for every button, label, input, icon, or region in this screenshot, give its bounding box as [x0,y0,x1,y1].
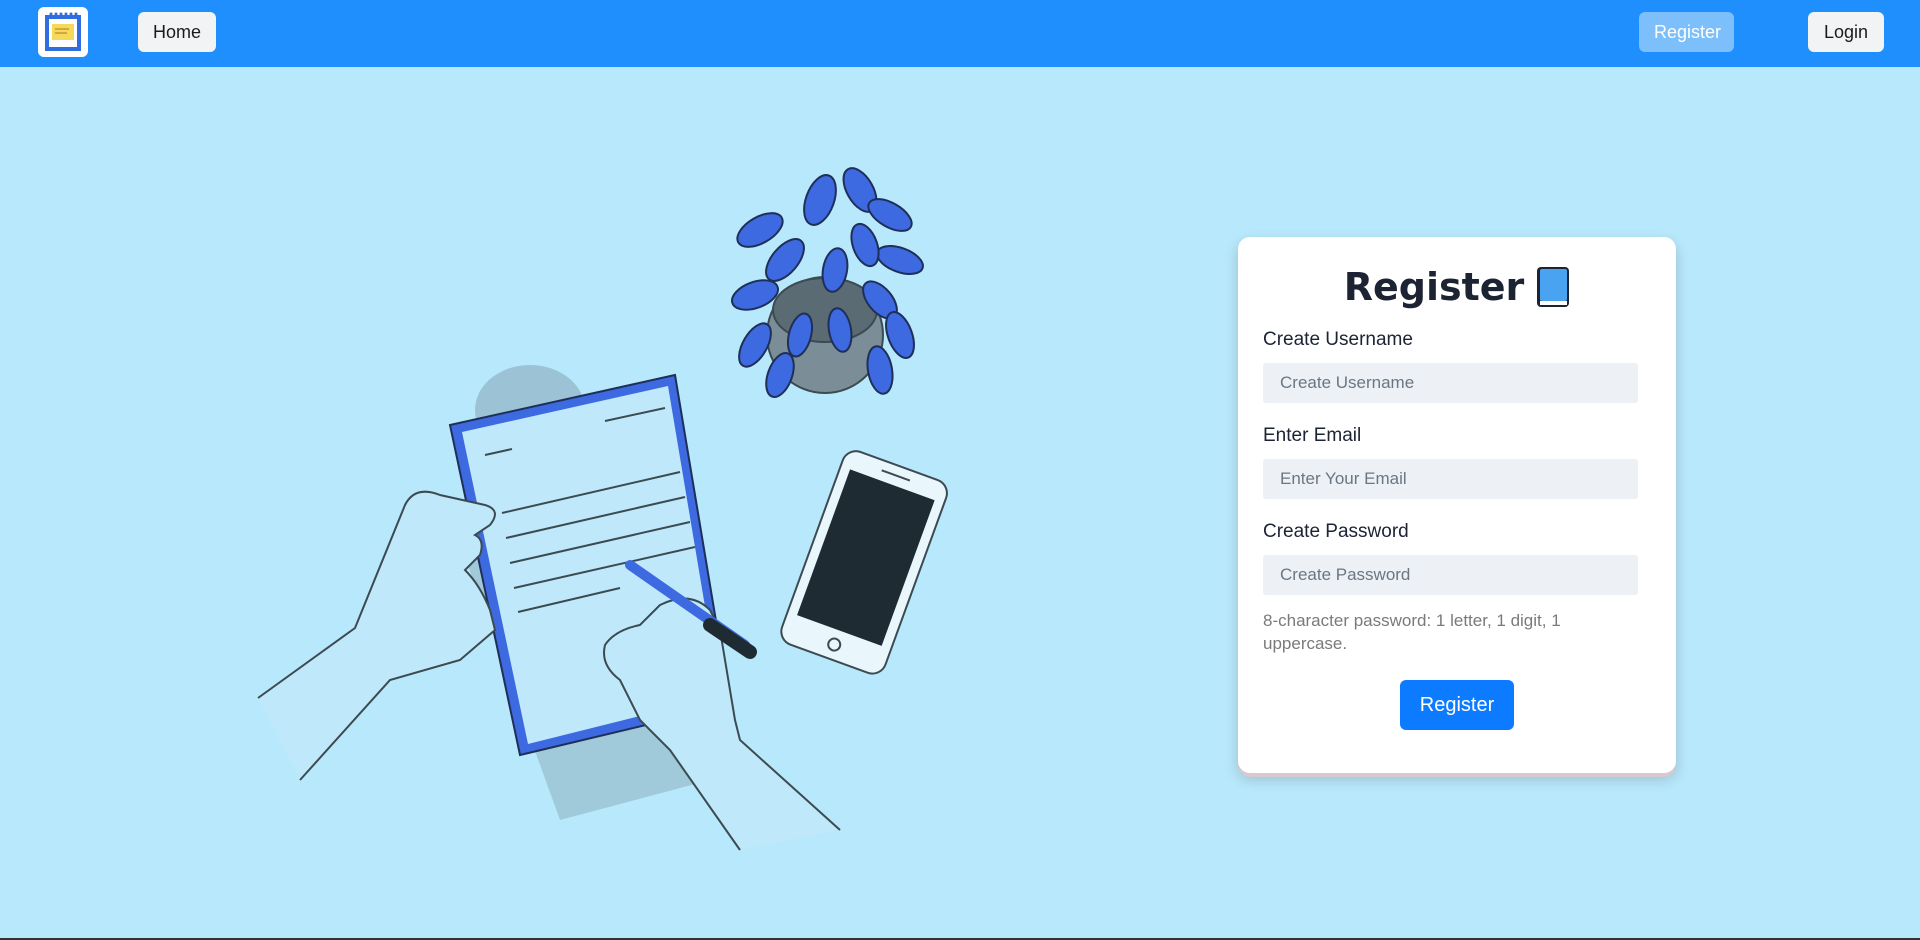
username-label: Create Username [1263,329,1413,350]
register-card: Register Create Username Enter Email Cre… [1238,237,1676,773]
email-input[interactable] [1263,459,1638,499]
register-title: Register [1263,261,1651,313]
navbar: Home Register Login [0,0,1920,67]
password-label: Create Password [1263,521,1409,542]
register-submit-button[interactable]: Register [1400,680,1514,730]
notepad-logo-icon[interactable] [38,7,88,57]
email-label: Enter Email [1263,425,1362,446]
password-hint: 8-character password: 1 letter, 1 digit,… [1263,611,1561,653]
password-input[interactable] [1263,555,1638,595]
nav-login-button[interactable]: Login [1808,12,1884,52]
nav-home-button[interactable]: Home [138,12,216,52]
nav-register-button[interactable]: Register [1639,12,1734,52]
blue-book-icon [1536,266,1570,308]
register-title-text: Register [1343,265,1525,309]
hands-writing-document-illustration [240,160,960,880]
username-input[interactable] [1263,363,1638,403]
